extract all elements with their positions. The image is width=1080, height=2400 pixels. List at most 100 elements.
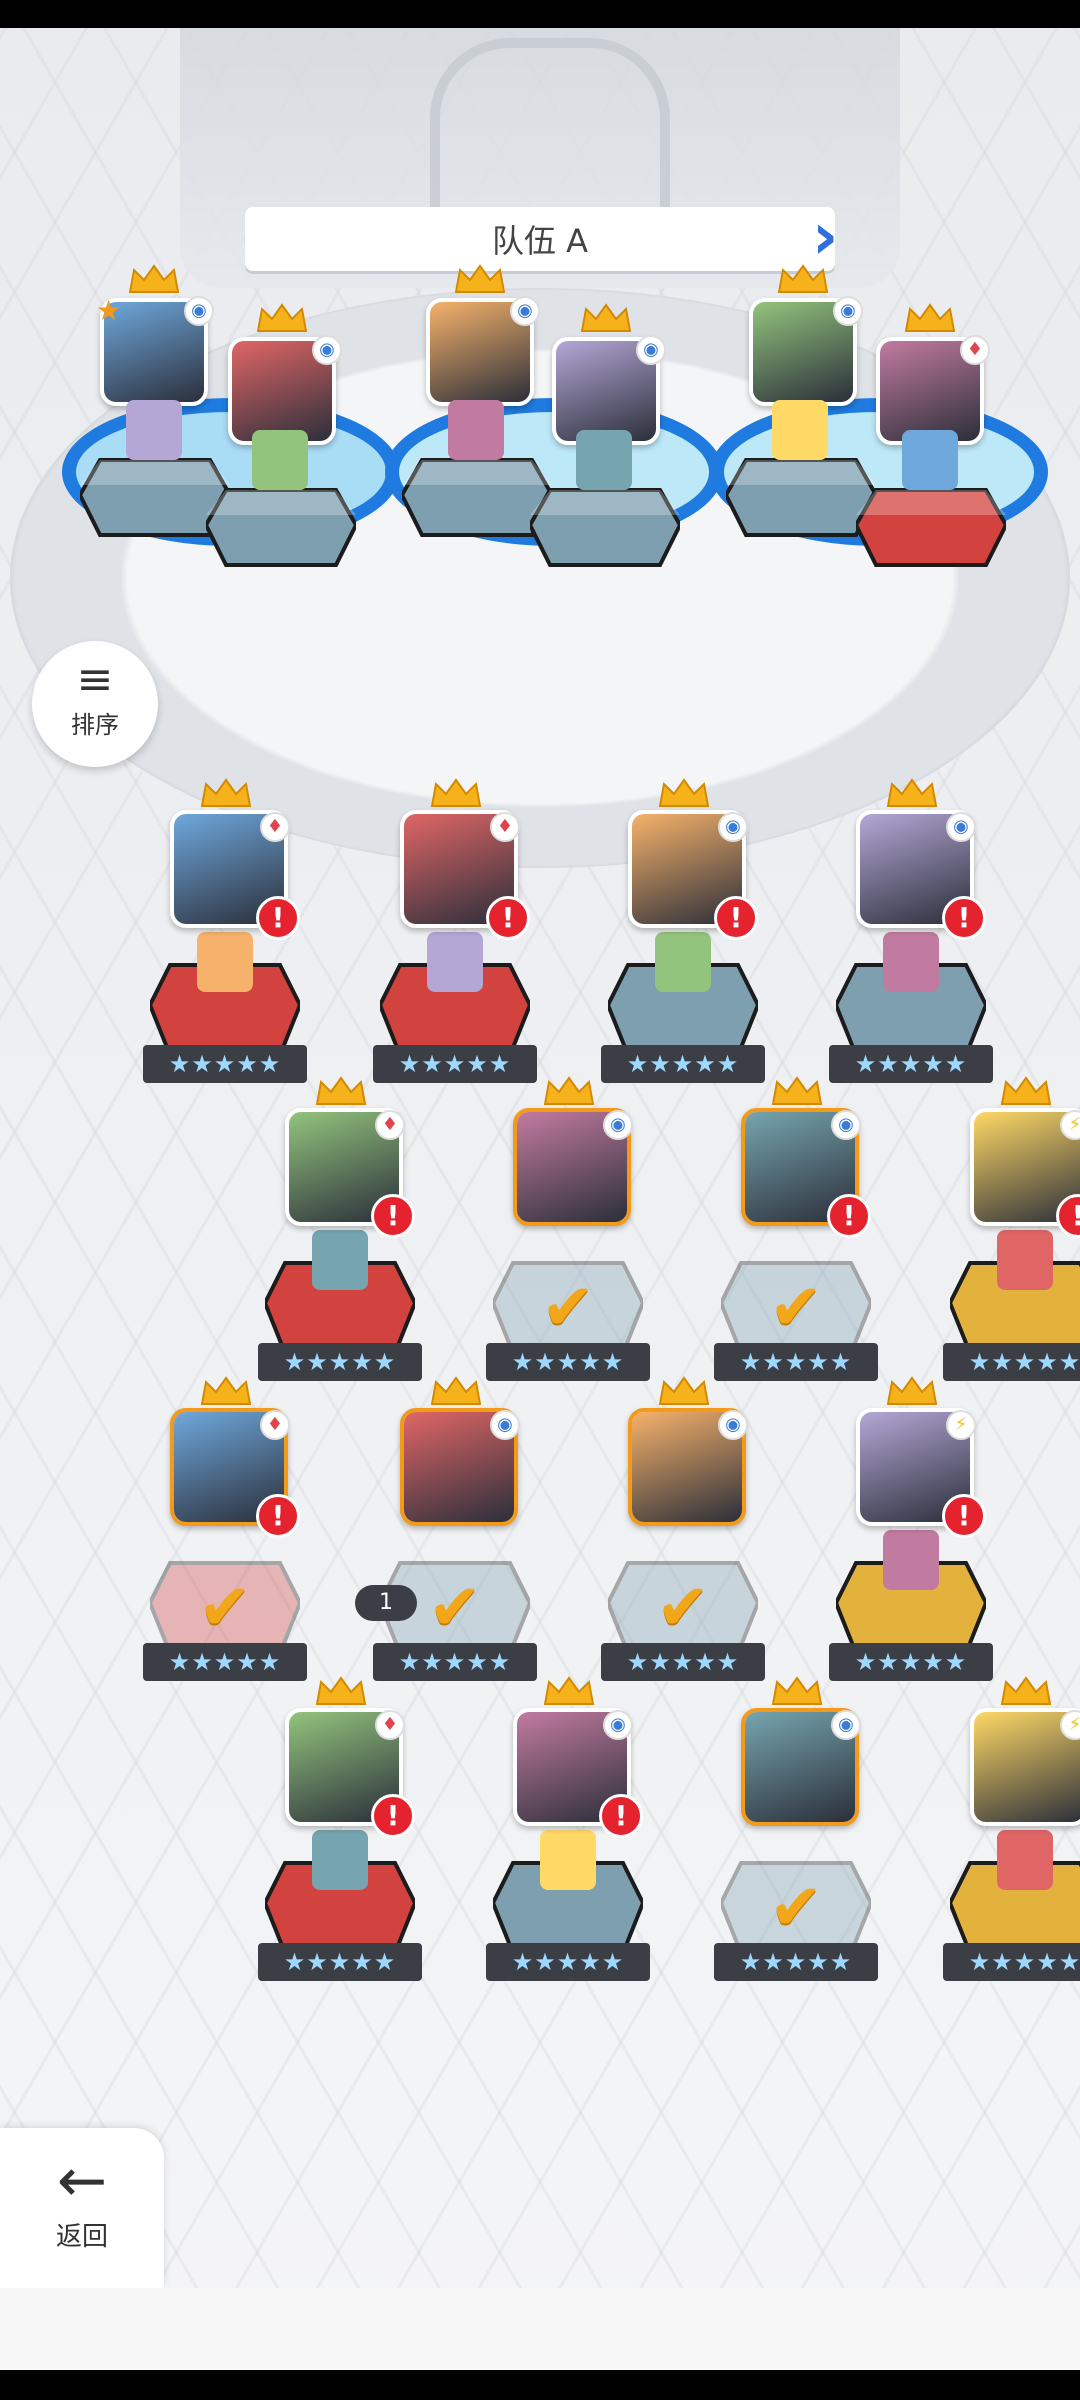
crown-icon <box>430 1376 482 1406</box>
star-rating: ★★★★★ <box>486 1343 650 1381</box>
warning-icon: ! <box>714 896 758 940</box>
crown-icon <box>658 1376 710 1406</box>
water-element-icon: ◉ <box>312 335 342 365</box>
crown-icon <box>1000 1676 1052 1706</box>
crown-icon <box>886 1376 938 1406</box>
crown-icon <box>543 1676 595 1706</box>
sort-label: 排序 <box>71 711 119 739</box>
back-label: 返回 <box>55 2222 108 2252</box>
chibi-sprite <box>997 1830 1053 1890</box>
chibi-sprite <box>252 430 308 490</box>
warning-icon: ! <box>371 1794 415 1838</box>
star-rating: ★★★★★ <box>373 1643 537 1681</box>
crown-icon <box>454 264 506 294</box>
water-element-icon: ◉ <box>603 1110 633 1140</box>
checkmark-icon: ✔ <box>428 1571 482 1645</box>
star-rating: ★★★★★ <box>829 1045 993 1083</box>
crown-icon <box>1000 1076 1052 1106</box>
arrow-left-icon: ← <box>56 2146 108 2216</box>
water-element-icon: ◉ <box>603 1710 633 1740</box>
water-element-icon: ◉ <box>831 1110 861 1140</box>
star-rating: ★★★★★ <box>829 1643 993 1681</box>
water-element-icon: ◉ <box>718 812 748 842</box>
back-button[interactable]: ← 返回 <box>0 2128 164 2288</box>
crown-icon <box>580 303 632 333</box>
crown-icon <box>771 1076 823 1106</box>
water-element-icon: ◉ <box>831 1710 861 1740</box>
crown-icon <box>777 264 829 294</box>
light-element-icon: ⚡ <box>946 1410 976 1440</box>
chibi-sprite <box>902 430 958 490</box>
crown-icon <box>904 303 956 333</box>
water-element-icon: ◉ <box>636 335 666 365</box>
star-rating: ★★★★★ <box>943 1343 1080 1381</box>
star-rating: ★★★★★ <box>258 1343 422 1381</box>
star-rating: ★★★★★ <box>943 1943 1080 1981</box>
crown-icon <box>315 1076 367 1106</box>
star-rating: ★★★★★ <box>714 1343 878 1381</box>
crown-icon <box>886 778 938 808</box>
chibi-sprite <box>883 932 939 992</box>
crown-icon <box>128 264 180 294</box>
stack-count-text: 1 <box>379 1590 393 1615</box>
checkmark-icon: ✔ <box>541 1271 595 1345</box>
fire-element-icon: ♦ <box>960 335 990 365</box>
warning-icon: ! <box>827 1194 871 1238</box>
chibi-sprite <box>540 1830 596 1890</box>
water-element-icon: ◉ <box>946 812 976 842</box>
chibi-sprite <box>312 1230 368 1290</box>
chibi-sprite <box>997 1230 1053 1290</box>
warning-icon: ! <box>486 896 530 940</box>
checkmark-icon: ✔ <box>656 1571 710 1645</box>
warning-icon: ! <box>256 1494 300 1538</box>
warning-icon: ! <box>256 896 300 940</box>
star-rating: ★★★★★ <box>601 1045 765 1083</box>
chibi-sprite <box>312 1830 368 1890</box>
warning-icon: ! <box>942 1494 986 1538</box>
chibi-sprite <box>655 932 711 992</box>
warning-icon: ! <box>599 1794 643 1838</box>
star-rating: ★★★★★ <box>714 1943 878 1981</box>
team-title-text: 队伍 A <box>491 222 589 260</box>
crown-icon <box>315 1676 367 1706</box>
fire-element-icon: ♦ <box>375 1110 405 1140</box>
bottom-bar <box>0 2288 1080 2370</box>
water-element-icon: ◉ <box>510 296 540 326</box>
crown-icon <box>200 1376 252 1406</box>
fire-element-icon: ♦ <box>260 812 290 842</box>
stack-count-badge: 1 <box>355 1585 417 1621</box>
sort-icon: ≡ <box>76 654 114 705</box>
crown-icon <box>543 1076 595 1106</box>
sort-button[interactable]: ≡ 排序 <box>32 641 158 767</box>
star-rating: ★★★★★ <box>143 1643 307 1681</box>
fire-element-icon: ♦ <box>490 812 520 842</box>
warning-icon: ! <box>942 896 986 940</box>
star-rating: ★★★★★ <box>143 1045 307 1083</box>
chibi-sprite <box>427 932 483 992</box>
checkmark-icon: ✔ <box>769 1271 823 1345</box>
chibi-sprite <box>883 1530 939 1590</box>
fire-element-icon: ♦ <box>375 1710 405 1740</box>
crown-icon <box>200 778 252 808</box>
chibi-sprite <box>576 430 632 490</box>
water-element-icon: ◉ <box>718 1410 748 1440</box>
water-element-icon: ◉ <box>833 296 863 326</box>
chibi-sprite <box>197 932 253 992</box>
water-element-icon: ◉ <box>184 296 214 326</box>
chibi-sprite <box>772 400 828 460</box>
checkmark-icon: ✔ <box>769 1871 823 1945</box>
star-icon: ★ <box>96 294 122 327</box>
crown-icon <box>430 778 482 808</box>
fire-element-icon: ♦ <box>260 1410 290 1440</box>
star-rating: ★★★★★ <box>601 1643 765 1681</box>
crown-icon <box>771 1676 823 1706</box>
crown-icon <box>256 303 308 333</box>
warning-icon: ! <box>371 1194 415 1238</box>
crown-icon <box>658 778 710 808</box>
star-rating: ★★★★★ <box>486 1943 650 1981</box>
chibi-sprite <box>126 400 182 460</box>
checkmark-icon: ✔ <box>198 1571 252 1645</box>
next-team-arrow[interactable]: › <box>812 205 840 273</box>
team-title: 队伍 A <box>245 207 835 271</box>
star-rating: ★★★★★ <box>373 1045 537 1083</box>
